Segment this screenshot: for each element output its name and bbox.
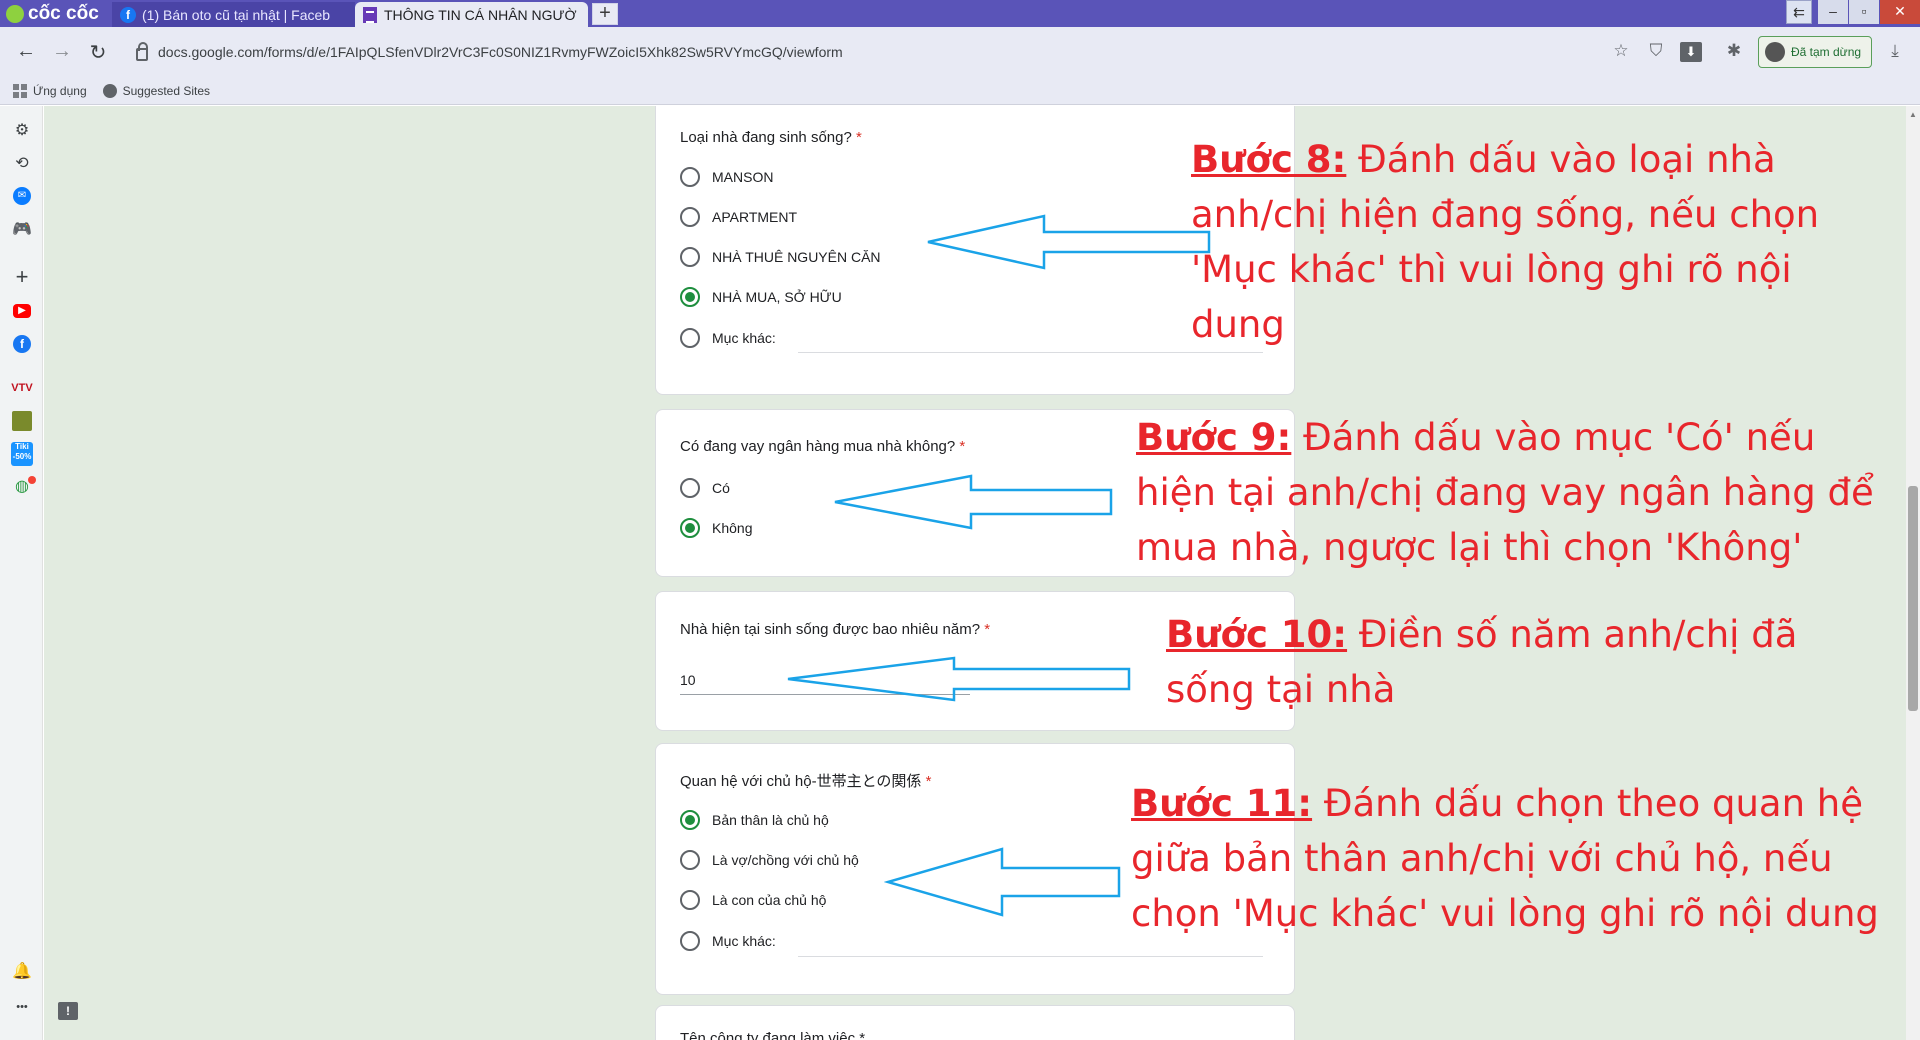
feedback-icon[interactable]: ! [58,1002,78,1020]
option-owned-house[interactable]: NHÀ MUA, SỞ HỮU [680,287,842,307]
lock-icon [136,41,148,61]
extensions-puzzle-icon[interactable]: ✱ [1723,41,1745,61]
radio-button-selected[interactable] [680,287,700,307]
question-title: Tên công ty đang làm việc * [680,1030,866,1040]
url-text[interactable]: docs.google.com/forms/d/e/1FAIpQLSfenVDl… [158,44,843,60]
coccoc-logo-icon [6,5,24,23]
apps-grid-icon [13,83,27,98]
option-self-head[interactable]: Bản thân là chủ hộ [680,810,829,830]
radio-button[interactable] [680,478,700,498]
vtv-icon[interactable]: VTV [10,377,34,399]
coccoc-sidebar: ⚙ ⟲ ✉ 🎮 + ▶ f VTV Tiki -50% ◍ 🔔 ••• [0,106,43,1040]
globe-icon [102,83,117,98]
bookmark-label: Ứng dụng [33,83,87,98]
radio-button[interactable] [680,328,700,348]
bookmark-star-icon[interactable]: ☆ [1610,41,1632,61]
step10-instruction: Bước 10: Điền số năm anh/chị đã sống tại… [1166,613,1798,711]
other-text-input[interactable] [798,956,1263,957]
notification-dot [28,476,36,484]
green-app-icon[interactable]: ◍ [10,476,36,498]
option-manson[interactable]: MANSON [680,167,773,187]
option-spouse[interactable]: Là vợ/chồng với chủ hộ [680,850,859,870]
coccoc-logo[interactable]: cốc cốc [6,2,99,26]
game-controller-icon[interactable]: 🎮 [10,219,34,241]
arrow-step11-icon [884,847,1121,917]
radio-button[interactable] [680,850,700,870]
page-scrollbar[interactable]: ▲ [1906,106,1920,1040]
arrow-step8-icon [927,214,1211,270]
radio-button[interactable] [680,931,700,951]
avatar [1765,42,1785,62]
arrow-step9-icon [834,474,1113,530]
minimize-button[interactable]: – [1818,0,1848,24]
question-card-company: Tên công ty đang làm việc * [655,1005,1295,1040]
option-other[interactable]: Mục khác: [680,328,776,348]
profile-status: Đã tạm dừng [1791,45,1862,59]
more-icon[interactable]: ••• [10,996,34,1018]
new-tab-button[interactable]: + [592,3,618,25]
downloads-icon[interactable]: ⤓ [1884,41,1906,61]
bookmark-label: Suggested Sites [122,83,211,98]
adblock-shield-icon[interactable]: ⛉ [1645,41,1667,61]
reload-button[interactable]: ↻ [86,40,110,65]
youtube-icon[interactable]: ▶ [13,304,31,318]
google-forms-favicon-icon [363,6,377,23]
option-child[interactable]: Là con của chủ hộ [680,890,826,910]
bookmark-apps[interactable]: Ứng dụng [13,83,87,98]
history-icon[interactable]: ⟲ [10,153,34,175]
scrollbar-thumb[interactable] [1908,486,1918,711]
tab-search-icon[interactable]: ⇇ [1786,0,1812,24]
settings-gear-icon[interactable]: ⚙ [10,120,34,142]
radio-button[interactable] [680,890,700,910]
question-title: Loại nhà đang sinh sống? * [680,129,862,146]
years-answer-input[interactable]: 10 [680,672,696,688]
browser-window: cốc cốc f (1) Bán oto cũ tại nhật | Face… [0,0,1920,1040]
back-button[interactable]: ← [14,40,38,63]
option-apartment[interactable]: APARTMENT [680,207,797,227]
question-title: Nhà hiện tại sinh sống được bao nhiêu nă… [680,621,991,638]
browser-toolbar: ← → ↻ docs.google.com/forms/d/e/1FAIpQLS… [0,27,1920,77]
question-title: Có đang vay ngân hàng mua nhà không? * [680,438,966,455]
tab-google-form[interactable]: THÔNG TIN CÁ NHÂN NGƯỜ [355,2,588,27]
question-title: Quan hệ với chủ hộ-世帯主との関係 * [680,773,932,790]
close-window-button[interactable]: ✕ [1880,0,1920,24]
tab-title: (1) Bán oto cũ tại nhật | Faceb [142,6,331,23]
option-other[interactable]: Mục khác: [680,931,776,951]
step9-instruction: Bước 9: Đánh dấu vào mục 'Có' nếu hiện t… [1136,416,1874,569]
forward-button[interactable]: → [50,40,74,63]
scroll-up-icon[interactable]: ▲ [1909,110,1917,119]
add-shortcut-icon[interactable]: + [10,266,34,288]
radio-button-selected[interactable] [680,810,700,830]
tab-title: THÔNG TIN CÁ NHÂN NGƯỜ [384,6,577,23]
notifications-bell-icon[interactable]: 🔔 [10,961,34,983]
option-no[interactable]: Không [680,518,752,538]
bookmark-suggested-sites[interactable]: Suggested Sites [102,83,211,98]
option-yes[interactable]: Có [680,478,730,498]
option-rented-house[interactable]: NHÀ THUÊ NGUYÊN CĂN [680,247,881,267]
radio-button[interactable] [680,207,700,227]
profile-button[interactable]: Đã tạm dừng [1758,36,1872,68]
tiki-icon[interactable]: Tiki -50% [11,442,33,466]
arrow-step10-icon [787,656,1131,702]
form-page: Loại nhà đang sinh sống? * MANSON APARTM… [44,106,1906,1040]
address-bar[interactable]: docs.google.com/forms/d/e/1FAIpQLSfenVDl… [126,34,1626,70]
messenger-icon[interactable]: ✉ [13,187,31,205]
step8-instruction: Bước 8: Đánh dấu vào loại nhà anh/chị hi… [1191,138,1820,346]
tab-facebook[interactable]: f (1) Bán oto cũ tại nhật | Faceb [112,2,355,27]
facebook-favicon-icon: f [120,6,136,23]
step11-instruction: Bước 11: Đánh dấu chọn theo quan hệ giữa… [1131,782,1879,935]
radio-button[interactable] [680,167,700,187]
radio-button[interactable] [680,247,700,267]
maximize-button[interactable]: ▫ [1849,0,1879,24]
tab-strip: cốc cốc f (1) Bán oto cũ tại nhật | Face… [0,0,1920,27]
radio-button-selected[interactable] [680,518,700,538]
app-image-icon[interactable] [12,411,32,431]
facebook-icon[interactable]: f [13,335,31,353]
savior-download-icon[interactable]: ⬇ [1680,42,1702,62]
brand-name: cốc cốc [28,3,99,24]
bookmarks-bar: Ứng dụng Suggested Sites [0,77,1920,105]
other-text-input[interactable] [798,352,1263,353]
